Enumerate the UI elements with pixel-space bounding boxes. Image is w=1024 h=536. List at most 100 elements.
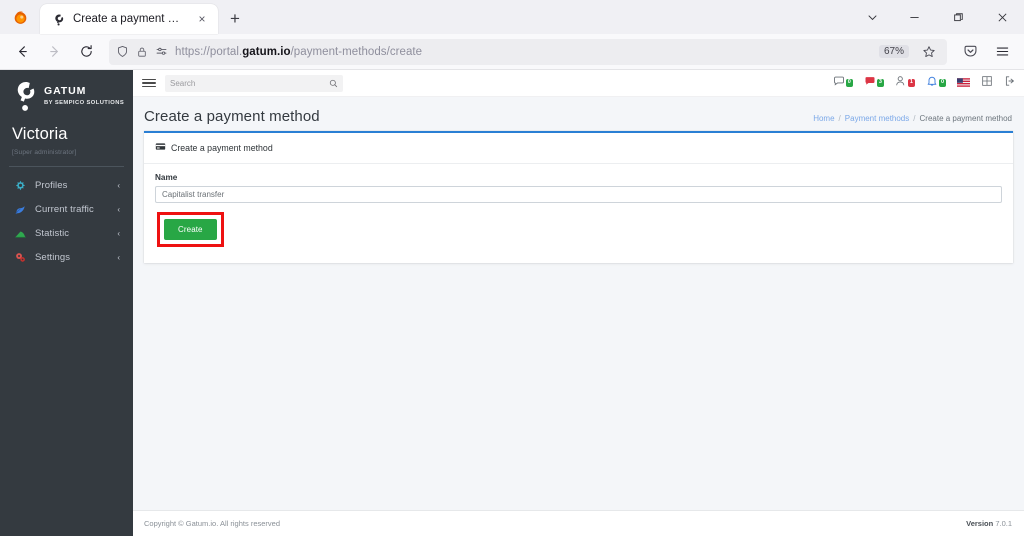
button-row: Create: [155, 203, 1002, 257]
new-tab-button[interactable]: +: [222, 4, 248, 34]
sidebar-item-statistic[interactable]: Statistic ‹: [7, 222, 126, 245]
sidebar-divider: [9, 166, 124, 167]
sidebar-item-label: Profiles: [35, 180, 68, 191]
chevron-left-icon: ‹: [117, 205, 120, 214]
name-input[interactable]: Capitalist transfer: [155, 186, 1002, 203]
create-button-highlight: Create: [157, 212, 224, 247]
support-badge: 3: [876, 79, 884, 87]
bookmark-star-icon[interactable]: [918, 41, 940, 63]
chevron-left-icon: ‹: [117, 229, 120, 238]
navbar-logout[interactable]: [1004, 74, 1016, 92]
credit-card-icon: [155, 139, 166, 157]
name-label: Name: [155, 173, 178, 182]
page-title: Create a payment method: [144, 108, 320, 125]
sidebar: GATUM BY SEMPICO SOLUTIONS Victoria [Sup…: [0, 70, 133, 536]
breadcrumb-home[interactable]: Home: [813, 114, 834, 123]
permissions-icon[interactable]: [155, 45, 168, 58]
footer-version-label: Version: [966, 519, 994, 528]
users-icon: [895, 74, 907, 92]
brand-text: GATUM BY SEMPICO SOLUTIONS: [44, 85, 125, 106]
search-placeholder: Search: [170, 78, 196, 88]
bell-badge: 0: [938, 79, 946, 87]
browser-toolbar: https://portal.gatum.io/payment-methods/…: [0, 34, 1024, 70]
brand-name: GATUM: [44, 85, 87, 98]
sidebar-item-profiles[interactable]: Profiles ‹: [7, 174, 126, 197]
support-icon: [864, 74, 876, 92]
forward-button[interactable]: [39, 37, 69, 67]
create-button[interactable]: Create: [164, 219, 217, 240]
footer-version: Version 7.0.1: [966, 519, 1012, 528]
search-input[interactable]: Search: [165, 74, 343, 92]
tab-strip: Create a payment method × +: [0, 0, 1024, 34]
tab-title: Create a payment method: [73, 13, 187, 25]
statistic-icon: [14, 227, 27, 240]
grid-icon: [981, 74, 993, 92]
card-body: Name Capitalist transfer Create: [144, 164, 1013, 263]
breadcrumb-separator: /: [913, 114, 916, 123]
breadcrumb-payment-methods[interactable]: Payment methods: [845, 114, 909, 123]
url-text[interactable]: https://portal.gatum.io/payment-methods/…: [175, 46, 872, 58]
footer-copyright: Copyright © Gatum.io. All rights reserve…: [144, 519, 280, 528]
navbar-icons: 0 3 1 0: [833, 74, 1016, 92]
top-navbar: Search 0 3 1 0: [133, 70, 1024, 97]
user-name: Victoria: [12, 125, 68, 143]
gatum-favicon-icon: [51, 12, 66, 27]
back-button[interactable]: [7, 37, 37, 67]
brand-subtitle: BY SEMPICO SOLUTIONS: [44, 99, 125, 106]
tab-close-icon[interactable]: ×: [194, 11, 210, 27]
profiles-icon: [14, 179, 27, 192]
close-window-button[interactable]: [980, 0, 1024, 34]
logout-icon: [1004, 74, 1016, 92]
menu-toggle-icon[interactable]: [142, 79, 156, 87]
minimize-button[interactable]: [892, 0, 936, 34]
lock-icon[interactable]: [136, 46, 148, 58]
reload-button[interactable]: [71, 37, 101, 67]
user-block: Victoria [Super administrator]: [0, 123, 133, 166]
breadcrumb-current: Create a payment method: [919, 114, 1013, 123]
maximize-button[interactable]: [936, 0, 980, 34]
browser-window: Create a payment method × +: [0, 0, 1024, 536]
sidebar-item-label: Statistic: [35, 228, 70, 239]
main-content: Search 0 3 1 0 Create a payment method H…: [133, 70, 1024, 536]
navbar-grid[interactable]: [981, 74, 993, 92]
card-header: Create a payment method: [144, 133, 1013, 164]
users-badge: 1: [907, 79, 915, 87]
navbar-language[interactable]: [957, 74, 970, 92]
gatum-logo-icon: [12, 79, 37, 113]
page-header: Create a payment method Home / Payment m…: [133, 97, 1024, 131]
url-domain: gatum.io: [242, 45, 291, 58]
search-icon[interactable]: [329, 79, 338, 88]
card-container: Create a payment method Name Capitalist …: [133, 131, 1024, 263]
tab-list-dropdown-icon[interactable]: [852, 0, 892, 34]
page-viewport: GATUM BY SEMPICO SOLUTIONS Victoria [Sup…: [0, 70, 1024, 536]
sidebar-item-label: Settings: [35, 252, 71, 263]
navbar-bell[interactable]: 0: [926, 74, 946, 92]
breadcrumb-separator: /: [838, 114, 841, 123]
navbar-support[interactable]: 3: [864, 74, 884, 92]
settings-icon: [14, 251, 27, 264]
navbar-users[interactable]: 1: [895, 74, 915, 92]
pocket-icon[interactable]: [955, 37, 985, 67]
zoom-level-badge[interactable]: 67%: [878, 45, 909, 58]
browser-tab[interactable]: Create a payment method ×: [40, 4, 218, 34]
chat-icon: [833, 74, 845, 92]
app-menu-button[interactable]: [987, 37, 1017, 67]
user-role: [Super administrator]: [12, 149, 77, 156]
chevron-left-icon: ‹: [117, 253, 120, 262]
sidebar-nav: Profiles ‹ Current traffic ‹ Statistic ‹: [0, 174, 133, 269]
navbar-chat[interactable]: 0: [833, 74, 853, 92]
brand-logo[interactable]: GATUM BY SEMPICO SOLUTIONS: [0, 70, 133, 123]
bell-icon: [926, 74, 938, 92]
footer-version-number: 7.0.1: [995, 519, 1012, 528]
create-payment-method-card: Create a payment method Name Capitalist …: [144, 131, 1013, 263]
flag-us-icon: [957, 74, 970, 92]
chevron-left-icon: ‹: [117, 181, 120, 190]
sidebar-item-label: Current traffic: [35, 204, 94, 215]
shield-icon[interactable]: [116, 45, 129, 58]
card-title: Create a payment method: [171, 143, 273, 153]
url-bar[interactable]: https://portal.gatum.io/payment-methods/…: [109, 38, 947, 65]
breadcrumb: Home / Payment methods / Create a paymen…: [813, 114, 1012, 123]
sidebar-item-settings[interactable]: Settings ‹: [7, 246, 126, 269]
sidebar-item-current-traffic[interactable]: Current traffic ‹: [7, 198, 126, 221]
